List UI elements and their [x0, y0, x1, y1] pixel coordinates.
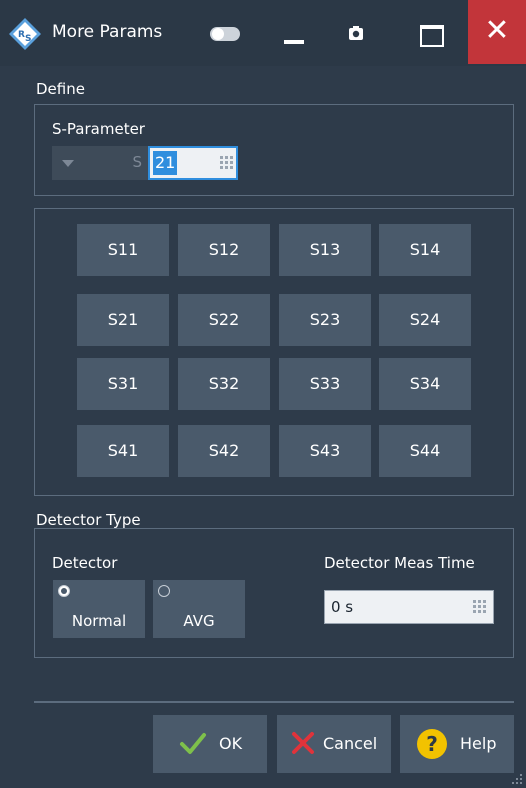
detector-meas-time-input[interactable]: 0 s [324, 590, 494, 624]
s14-button[interactable]: S14 [379, 224, 471, 276]
s32-button[interactable]: S32 [178, 358, 270, 410]
ok-label: OK [219, 734, 243, 753]
toggle-icon[interactable] [210, 27, 240, 41]
cancel-label: Cancel [323, 734, 378, 753]
keypad-icon[interactable] [473, 600, 487, 614]
camera-icon[interactable] [344, 20, 384, 50]
detector-avg-label: AVG [183, 612, 215, 630]
sparameter-value: 21 [153, 151, 178, 175]
s33-button[interactable]: S33 [279, 358, 371, 410]
s43-button[interactable]: S43 [279, 425, 371, 477]
s44-button[interactable]: S44 [379, 425, 471, 477]
help-icon: ? [417, 729, 447, 759]
help-label: Help [460, 734, 497, 753]
detector-normal-radio[interactable]: Normal [53, 580, 145, 638]
s34-button[interactable]: S34 [379, 358, 471, 410]
s24-button[interactable]: S24 [379, 294, 471, 346]
detector-type-group-label: Detector Type [36, 511, 141, 529]
s23-button[interactable]: S23 [279, 294, 371, 346]
sparameter-prefix: S [132, 153, 142, 171]
title-bar: R S More Params ✕ [0, 0, 526, 66]
detector-avg-radio[interactable]: AVG [153, 580, 245, 638]
svg-text:?: ? [426, 732, 438, 756]
cancel-button[interactable]: Cancel [277, 715, 391, 773]
svg-text:R: R [18, 30, 25, 40]
keypad-icon[interactable] [220, 156, 234, 170]
rohde-schwarz-logo-icon: R S [9, 18, 41, 50]
maximize-button[interactable] [414, 20, 454, 50]
chevron-down-icon [62, 160, 74, 167]
detector-meas-time-label: Detector Meas Time [324, 554, 475, 572]
resize-grip-icon[interactable] [512, 774, 522, 784]
s21-button[interactable]: S21 [77, 294, 169, 346]
s22-button[interactable]: S22 [178, 294, 270, 346]
radio-unselected-icon [158, 585, 170, 597]
minimize-button[interactable] [278, 20, 318, 50]
close-button[interactable]: ✕ [468, 0, 526, 64]
s12-button[interactable]: S12 [178, 224, 270, 276]
detector-normal-label: Normal [71, 612, 127, 630]
detector-meas-time-value: 0 s [331, 598, 354, 616]
ok-button[interactable]: OK [153, 715, 267, 773]
sparameter-label: S-Parameter [52, 120, 145, 138]
detector-label: Detector [52, 554, 118, 572]
define-group-label: Define [36, 80, 85, 98]
checkmark-icon [180, 733, 206, 754]
cancel-x-icon [292, 732, 314, 754]
s41-button[interactable]: S41 [77, 425, 169, 477]
s11-button[interactable]: S11 [77, 224, 169, 276]
s42-button[interactable]: S42 [178, 425, 270, 477]
sparameter-dropdown[interactable]: S [52, 146, 148, 180]
s13-button[interactable]: S13 [279, 224, 371, 276]
footer-divider [34, 701, 514, 703]
radio-selected-icon [58, 585, 70, 597]
window-title: More Params [52, 22, 163, 42]
svg-text:S: S [25, 34, 31, 44]
s31-button[interactable]: S31 [77, 358, 169, 410]
help-button[interactable]: ? Help [400, 715, 514, 773]
sparameter-input[interactable]: 21 [148, 146, 238, 180]
